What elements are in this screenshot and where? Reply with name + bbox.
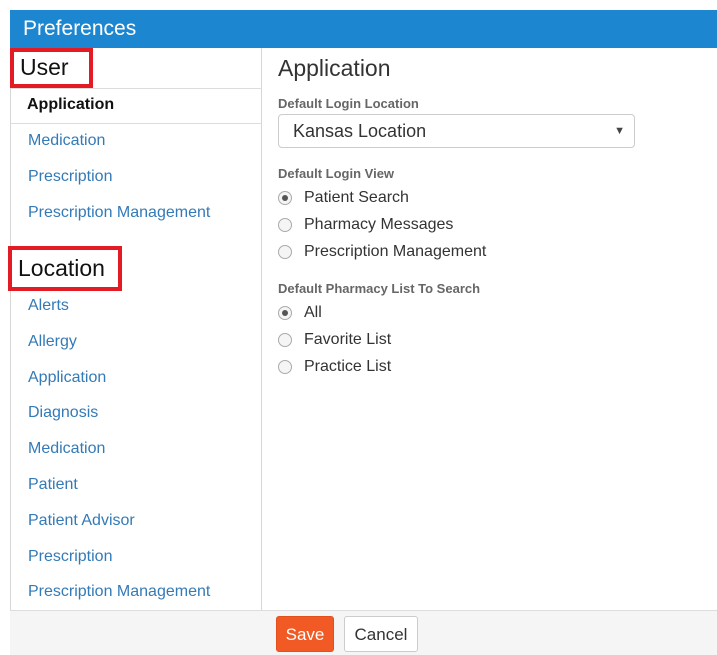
sidebar-item-user-medication[interactable]: Medication bbox=[28, 132, 105, 150]
page-title: Application bbox=[278, 55, 391, 81]
sidebar-item-user-prescription-management[interactable]: Prescription Management bbox=[28, 204, 210, 222]
radio-checked-icon[interactable] bbox=[278, 306, 292, 320]
radio-label: Favorite List bbox=[304, 331, 392, 348]
sidebar-item-location-diagnosis[interactable]: Diagnosis bbox=[28, 404, 98, 422]
default-pharmacy-list-label: Default Pharmacy List To Search bbox=[278, 281, 481, 296]
sidebar-item-location-patient-advisor[interactable]: Patient Advisor bbox=[28, 512, 135, 530]
sidebar-divider bbox=[10, 123, 262, 124]
radio-checked-icon[interactable] bbox=[278, 191, 292, 205]
radio-unchecked-icon[interactable] bbox=[278, 360, 292, 374]
radio-all[interactable]: All bbox=[278, 303, 322, 323]
radio-patient-search[interactable]: Patient Search bbox=[278, 188, 409, 208]
radio-unchecked-icon[interactable] bbox=[278, 245, 292, 259]
sidebar-item-user-prescription[interactable]: Prescription bbox=[28, 168, 112, 186]
radio-label: Prescription Management bbox=[304, 243, 487, 260]
select-value: Kansas Location bbox=[293, 121, 427, 141]
caret-down-icon: ▼ bbox=[614, 125, 625, 137]
user-section-header: User bbox=[10, 48, 93, 88]
radio-label: Pharmacy Messages bbox=[304, 216, 454, 233]
default-login-location-select[interactable]: Kansas Location ▼ bbox=[278, 114, 635, 148]
location-section-header: Location bbox=[8, 246, 122, 291]
radio-label: Practice List bbox=[304, 358, 392, 375]
radio-unchecked-icon[interactable] bbox=[278, 333, 292, 347]
default-login-location-label: Default Login Location bbox=[278, 96, 419, 111]
radio-prescription-management[interactable]: Prescription Management bbox=[278, 242, 486, 262]
sidebar-item-location-patient[interactable]: Patient bbox=[28, 476, 78, 494]
save-button[interactable]: Save bbox=[276, 616, 334, 652]
sidebar-divider bbox=[10, 88, 262, 89]
radio-pharmacy-messages[interactable]: Pharmacy Messages bbox=[278, 215, 453, 235]
radio-unchecked-icon[interactable] bbox=[278, 218, 292, 232]
radio-practice-list[interactable]: Practice List bbox=[278, 357, 391, 377]
radio-label: Patient Search bbox=[304, 189, 409, 206]
cancel-button[interactable]: Cancel bbox=[344, 616, 418, 652]
radio-favorite-list[interactable]: Favorite List bbox=[278, 330, 391, 350]
sidebar-item-location-prescription[interactable]: Prescription bbox=[28, 548, 112, 566]
radio-label: All bbox=[304, 304, 322, 321]
sidebar-item-location-prescription-management[interactable]: Prescription Management bbox=[28, 583, 210, 601]
default-login-view-label: Default Login View bbox=[278, 166, 395, 181]
sidebar-item-location-alerts[interactable]: Alerts bbox=[28, 297, 69, 315]
sidebar-item-location-application[interactable]: Application bbox=[28, 369, 106, 387]
sidebar-item-location-medication[interactable]: Medication bbox=[28, 440, 105, 458]
window-title: Preferences bbox=[10, 10, 717, 48]
sidebar-item-user-application[interactable]: Application bbox=[27, 96, 114, 114]
sidebar-item-location-allergy[interactable]: Allergy bbox=[28, 333, 77, 351]
